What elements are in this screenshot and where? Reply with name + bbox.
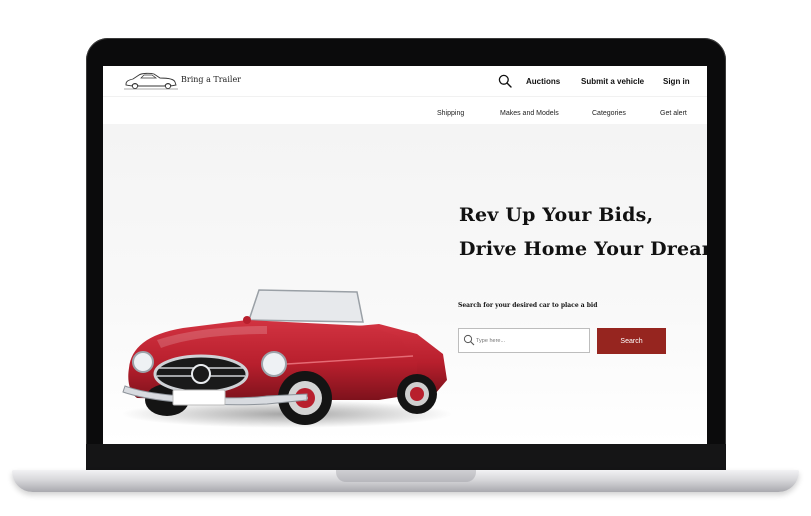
logo-text[interactable]: Bring a Trailer — [181, 75, 241, 84]
nav-auctions[interactable]: Auctions — [526, 77, 560, 86]
hero-title-line1: Rev Up Your Bids, — [459, 204, 654, 226]
hero-title-line2: Drive Home Your Dream — [459, 238, 707, 260]
subnav-categories[interactable]: Categories — [592, 110, 626, 117]
nav-sign-in[interactable]: Sign in — [663, 77, 690, 86]
subnav-get-alert[interactable]: Get alert — [660, 110, 687, 117]
nav-submit-vehicle[interactable]: Submit a vehicle — [581, 77, 644, 86]
laptop-screen: Bring a Trailer Auctions Submit a vehicl… — [103, 66, 707, 444]
top-bar: Bring a Trailer Auctions Submit a vehicl… — [103, 66, 707, 96]
subnav-shipping[interactable]: Shipping — [437, 110, 464, 117]
hero-car-image — [122, 289, 452, 428]
screen-bezel-bottom — [86, 444, 726, 472]
search-icon[interactable] — [498, 74, 512, 88]
subnav-makes-models[interactable]: Makes and Models — [500, 110, 559, 117]
car-search-field[interactable] — [458, 328, 590, 353]
search-button[interactable]: Search — [597, 328, 666, 354]
search-field-icon — [463, 334, 475, 346]
hero-subtitle: Search for your desired car to place a b… — [458, 302, 598, 309]
laptop-base-notch — [336, 470, 476, 482]
hero-section: Rev Up Your Bids, Drive Home Your Dream … — [103, 124, 707, 444]
car-search-input[interactable] — [476, 333, 586, 348]
logo-car-icon[interactable] — [123, 69, 179, 93]
